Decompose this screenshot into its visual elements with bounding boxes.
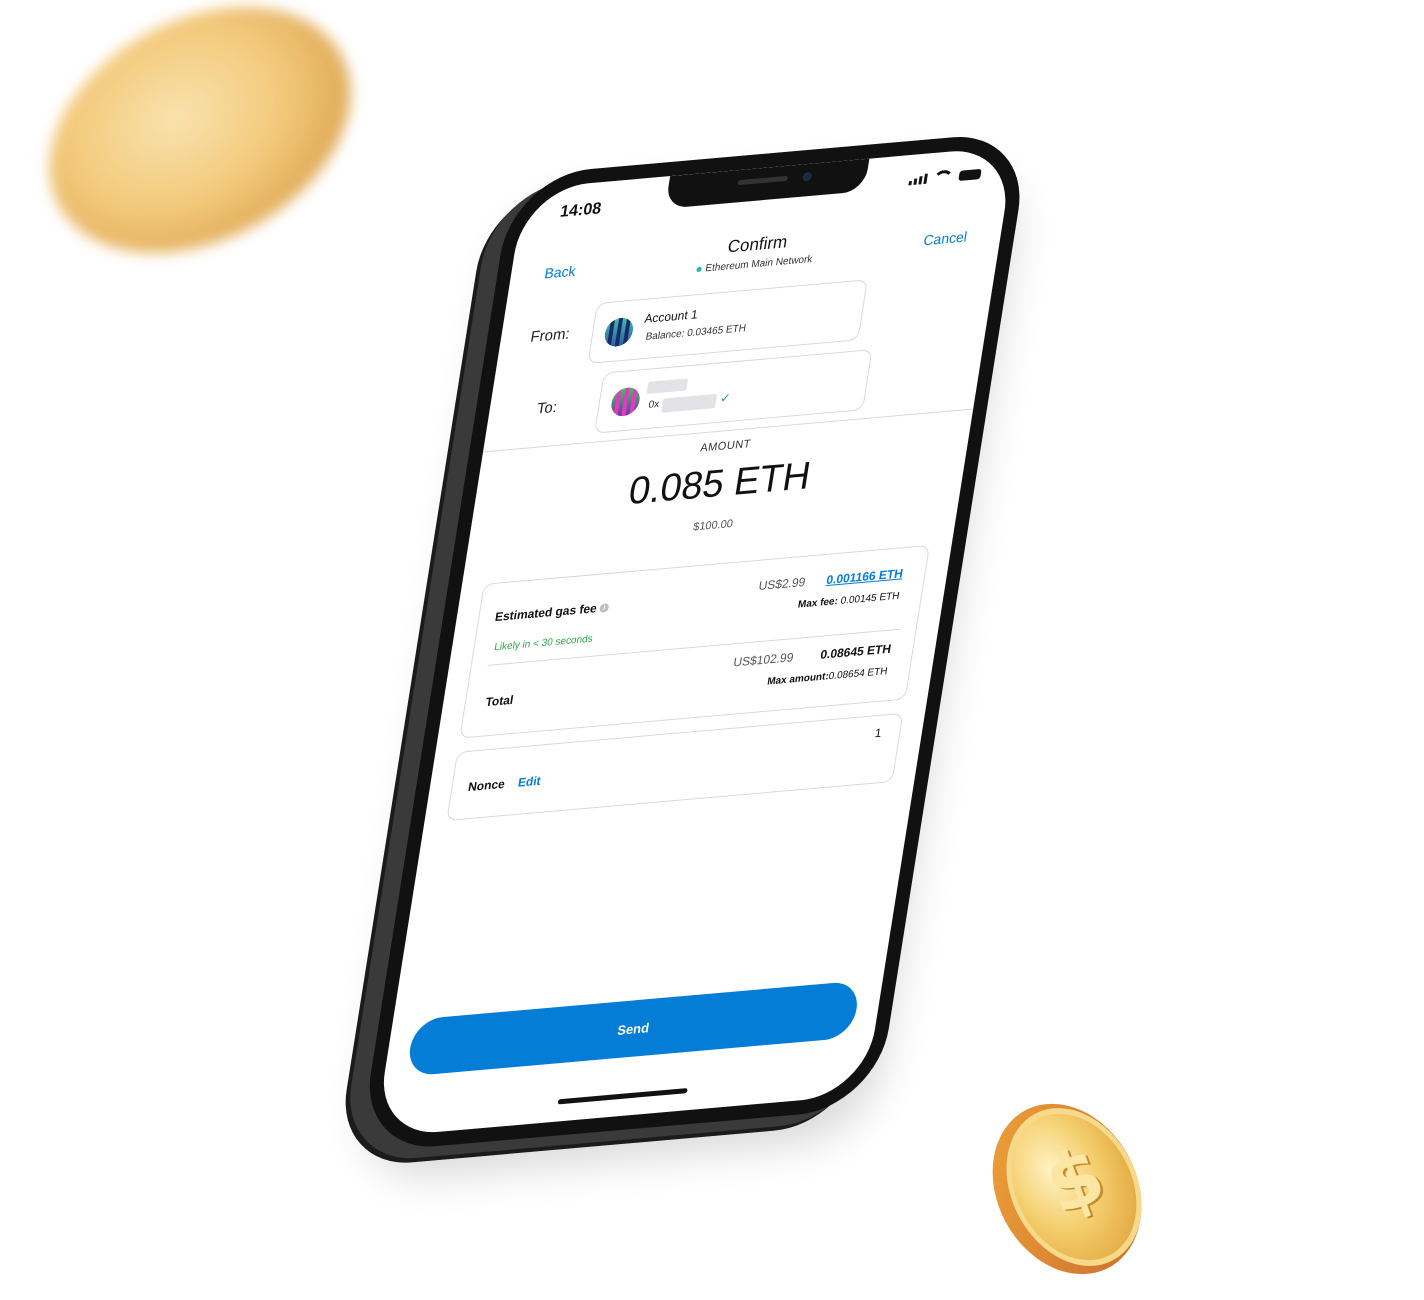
battery-icon bbox=[958, 168, 982, 181]
signal-icon bbox=[908, 173, 929, 185]
gas-fee-eth-link[interactable]: 0.001166 ETH bbox=[825, 566, 904, 587]
max-amount-value: 0.08654 ETH bbox=[827, 665, 889, 683]
max-fee-value: 0.00145 ETH bbox=[839, 590, 901, 607]
account-name: Account 1 bbox=[643, 307, 699, 326]
account-avatar bbox=[602, 316, 636, 348]
from-account-card[interactable]: Account 1 Balance: 0.03465 ETH bbox=[587, 279, 868, 365]
nonce-label: Nonce bbox=[467, 776, 506, 795]
dollar-coin-icon: $ bbox=[963, 1077, 1171, 1300]
max-fee-label: Max fee: bbox=[797, 595, 839, 611]
wifi-icon bbox=[932, 169, 955, 185]
recipient-avatar bbox=[609, 386, 642, 418]
status-time: 14:08 bbox=[558, 200, 603, 221]
nonce-value: 1 bbox=[873, 725, 883, 741]
redacted-address bbox=[661, 393, 718, 413]
recipient-address: 0x bbox=[647, 398, 660, 411]
total-fiat: US$102.99 bbox=[732, 650, 795, 670]
account-balance: Balance: 0.03465 ETH bbox=[644, 322, 747, 343]
total-label: Total bbox=[484, 692, 515, 710]
total-eth: 0.08645 ETH bbox=[819, 641, 893, 662]
check-icon: ✓ bbox=[719, 390, 732, 406]
max-amount: Max amount:0.08654 ETH bbox=[766, 666, 888, 688]
network-dot-icon bbox=[696, 266, 702, 273]
from-label: From: bbox=[529, 325, 572, 347]
gas-fee-label: Estimated gas fee bbox=[494, 600, 598, 625]
phone-mockup: 14:08 Back Confirm Ethereum Main Network… bbox=[300, 130, 1032, 1190]
gas-fee-title: Estimated gas fee i bbox=[494, 600, 610, 624]
redacted-name bbox=[646, 378, 689, 394]
phone-frame: 14:08 Back Confirm Ethereum Main Network… bbox=[358, 130, 1032, 1153]
send-button[interactable]: Send bbox=[405, 980, 862, 1077]
info-icon[interactable]: i bbox=[598, 603, 610, 614]
to-label: To: bbox=[535, 398, 559, 418]
status-icons bbox=[908, 167, 982, 187]
home-indicator bbox=[557, 1088, 688, 1105]
fee-summary-card: Estimated gas fee i US$2.99 0.001166 ETH … bbox=[459, 544, 931, 739]
max-fee: Max fee: 0.00145 ETH bbox=[797, 591, 900, 611]
gas-fee-fiat: US$2.99 bbox=[757, 574, 807, 594]
likely-time: Likely in < 30 seconds bbox=[493, 633, 594, 654]
max-amount-label: Max amount: bbox=[766, 671, 830, 688]
nonce-edit-button[interactable]: Edit bbox=[517, 774, 542, 790]
phone-screen: 14:08 Back Confirm Ethereum Main Network… bbox=[374, 145, 1015, 1138]
phone-notch bbox=[664, 158, 870, 209]
